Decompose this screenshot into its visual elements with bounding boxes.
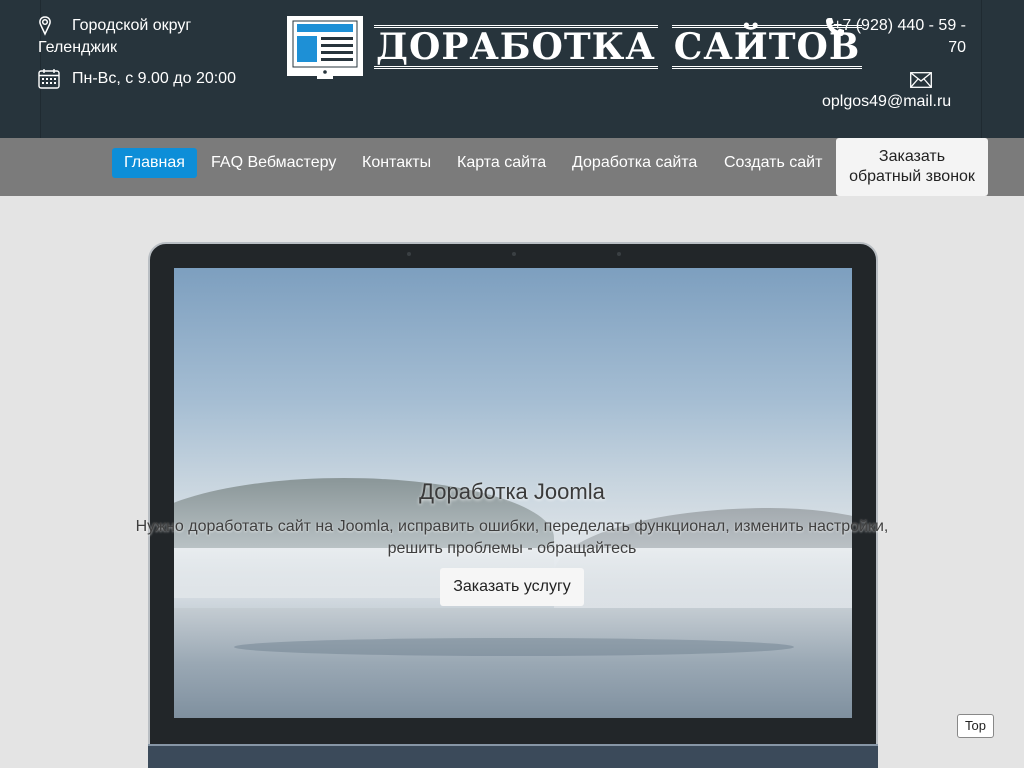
monitor-logo-icon bbox=[287, 16, 363, 79]
nav-item-contacts[interactable]: Контакты bbox=[350, 148, 443, 178]
callback-label-line-1: Заказать bbox=[878, 148, 946, 165]
nav-item-create-site[interactable]: Создать сайт bbox=[712, 148, 834, 178]
hours-block: Пн-Вс, с 9.00 до 20:00 bbox=[38, 68, 238, 90]
hero-title: Доработка Joomla bbox=[419, 479, 605, 504]
order-service-button[interactable]: Заказать услугу bbox=[440, 568, 584, 606]
nav-item-sitemap[interactable]: Карта сайта bbox=[445, 148, 558, 178]
envelope-icon bbox=[910, 72, 932, 88]
calendar-icon bbox=[38, 68, 62, 90]
phone-number[interactable]: +7 (928) 440 - 59 - 70 bbox=[816, 15, 966, 59]
nav-item-faq[interactable]: FAQ Вебмастеру bbox=[199, 148, 348, 178]
scroll-top-button[interactable]: Top bbox=[957, 714, 994, 738]
hours-text: Пн-Вс, с 9.00 до 20:00 bbox=[72, 70, 236, 87]
hero-section: Доработка Joomla Нужно доработать сайт н… bbox=[0, 196, 1024, 768]
logo-text: ДОРАБОТКА САЙТОВ bbox=[374, 24, 876, 70]
address-block: Городской округ Геленджик bbox=[38, 15, 238, 59]
hero-description: Нужно доработать сайт на Joomla, исправи… bbox=[135, 518, 889, 557]
site-header: Городской округ Геленджик Пн-Вс, с 9.00 … bbox=[0, 0, 1024, 138]
location-pin-icon bbox=[38, 15, 62, 37]
callback-label-line-2: обратный звонок bbox=[849, 168, 975, 185]
laptop-keyboard bbox=[148, 744, 878, 768]
logo-word-1: ДОРАБОТКА bbox=[374, 25, 658, 69]
email-link[interactable]: oplgos49@mail.ru bbox=[822, 91, 951, 113]
nav-item-home[interactable]: Главная bbox=[112, 148, 197, 178]
callback-button[interactable]: Заказать обратный звонок bbox=[836, 138, 988, 196]
nav-item-site-improvement[interactable]: Доработка сайта bbox=[560, 148, 709, 178]
